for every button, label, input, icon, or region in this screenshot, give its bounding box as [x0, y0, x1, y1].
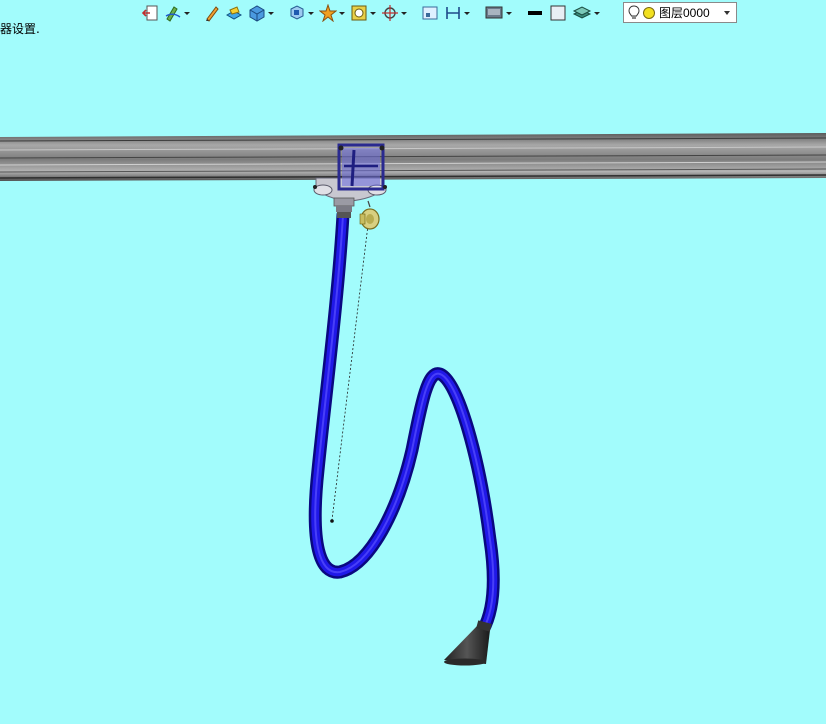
- overhead-rail[interactable]: [0, 133, 826, 181]
- view-box-icon[interactable]: [287, 2, 315, 24]
- chevron-down-icon[interactable]: [724, 11, 730, 15]
- face-icon[interactable]: [224, 2, 244, 24]
- status-message: 器设置.: [0, 22, 40, 36]
- layer-name: 图层0000: [659, 6, 710, 20]
- plane-icon[interactable]: [420, 2, 440, 24]
- lightbulb-icon[interactable]: [628, 4, 640, 21]
- line-color-icon[interactable]: [525, 2, 545, 24]
- 3d-viewport[interactable]: [0, 0, 826, 724]
- sun-icon[interactable]: [642, 6, 656, 20]
- screen-icon[interactable]: [483, 2, 513, 24]
- measure-icon[interactable]: [443, 2, 471, 24]
- pulley-wheel[interactable]: [359, 200, 380, 230]
- render-mode-icon[interactable]: [349, 2, 377, 24]
- layer-stack-icon[interactable]: [571, 2, 601, 24]
- star-shape-icon[interactable]: [318, 2, 346, 24]
- blue-hose[interactable]: [308, 208, 500, 637]
- fill-color-icon[interactable]: [548, 2, 568, 24]
- layer-selector[interactable]: 图层0000: [623, 2, 737, 23]
- snap-icon[interactable]: [380, 2, 408, 24]
- nozzle-cone[interactable]: [444, 620, 492, 666]
- pencil-icon[interactable]: [203, 2, 221, 24]
- box-icon[interactable]: [247, 2, 275, 24]
- exit-icon[interactable]: [140, 2, 160, 24]
- sketcher-icon[interactable]: [163, 2, 191, 24]
- main-toolbar: [140, 1, 601, 25]
